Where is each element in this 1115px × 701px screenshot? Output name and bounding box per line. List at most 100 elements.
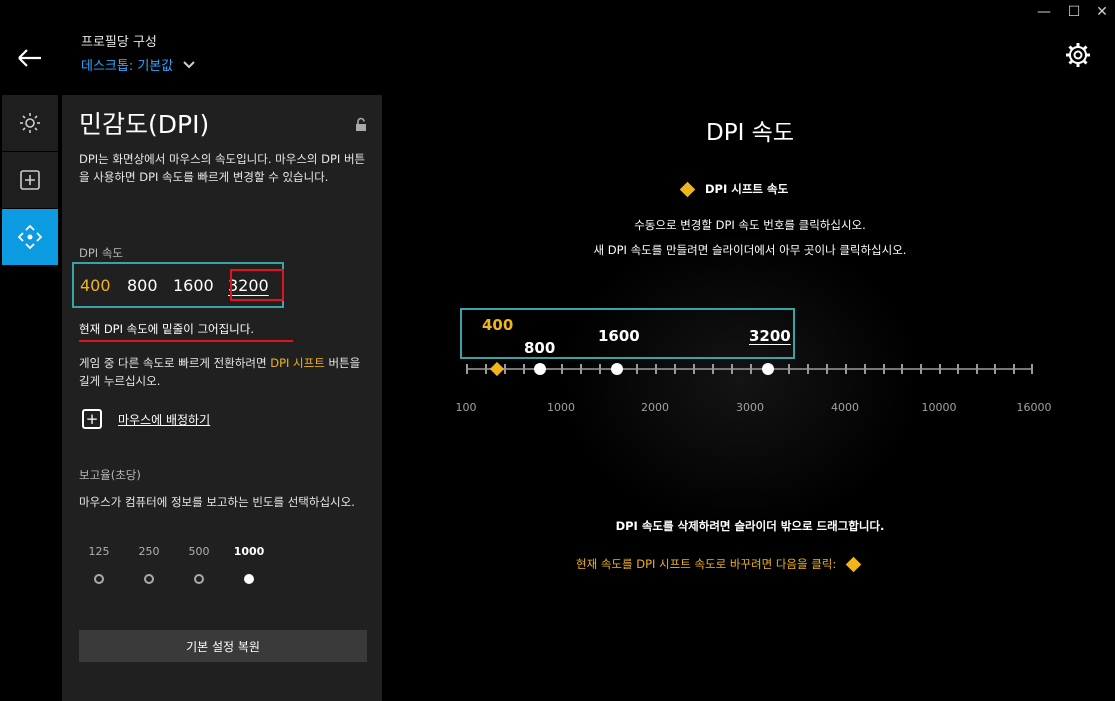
report-rate-description: 마우스가 컴퓨터에 정보를 보고하는 빈도를 선택하십시오. [79,495,355,509]
nav-lighting[interactable] [2,95,58,151]
profile-name: 데스크톱: 기본값 [81,59,174,74]
move-arrows-icon [17,224,43,250]
slider-tick [466,364,468,374]
dpi-shift-marker[interactable] [489,361,505,377]
current-dpi-highlight [230,269,284,301]
axis-label-1000: 1000 [547,401,575,414]
rate-radio-250[interactable] [144,574,154,584]
sensitivity-panel: 민감도(DPI) DPI는 화면상에서 마우스의 속도입니다. 마우스의 DPI… [62,95,382,701]
slider-tick [864,364,866,374]
slider-tick [845,364,847,374]
slider-tick [1031,364,1033,374]
rate-radio-500[interactable] [194,574,204,584]
axis-label-16000: 16000 [1016,401,1052,414]
assign-label: 마우스에 배정하기 [118,412,211,427]
dpi-level-3[interactable]: 1600 [173,276,214,295]
slider-tick [994,364,996,374]
dpi-level-2[interactable]: 800 [127,276,158,295]
settings-gear-icon[interactable] [1064,41,1092,69]
slider-tick [883,364,885,374]
slider-tick [561,364,563,374]
axis-label-10000: 10000 [921,401,957,414]
slider-tick [976,364,978,374]
dpi-shift-diamond-icon [679,181,696,197]
rate-radio-1000[interactable] [244,574,254,584]
set-shift-diamond-icon[interactable] [845,556,862,572]
dpi-slider-track[interactable] [466,368,1032,370]
slider-tick [731,364,733,374]
axis-label-3000: 3000 [736,401,764,414]
rate-label-125: 125 [88,545,110,558]
slider-tick [504,364,506,374]
dpi-shift-legend-label: DPI 시프트 속도 [705,182,789,196]
side-nav [2,95,58,266]
slider-tick [750,364,752,374]
slider-tick [788,364,790,374]
slider-tick [826,364,828,374]
slider-value-1600[interactable]: 1600 [598,327,640,345]
slider-value-400[interactable]: 400 [482,316,513,334]
note-underline [79,340,293,342]
unlock-icon[interactable] [354,117,368,133]
slider-tick [712,364,714,374]
panel-title: 민감도(DPI) [79,110,210,139]
lighting-sun-icon [20,113,40,133]
axis-label-4000: 4000 [831,401,859,414]
dpi-level-1[interactable]: 400 [80,276,111,295]
slider-tick [901,364,903,374]
slider-tick [674,364,676,374]
slider-tick [485,364,487,374]
slider-value-800[interactable]: 800 [524,339,555,357]
main-title: DPI 속도 [706,120,794,146]
slider-values-box: 400 800 1600 3200 [460,308,795,359]
slider-tick [599,364,601,374]
slider-handle-3200[interactable] [762,363,774,375]
assign-to-mouse-button[interactable]: + 마우스에 배정하기 [82,409,210,429]
slider-tick [920,364,922,374]
rate-label-250: 250 [138,545,160,558]
maximize-button[interactable]: ☐ [1064,4,1084,20]
nav-sensitivity[interactable] [2,209,58,265]
mouse-background [560,230,920,530]
slider-value-3200[interactable]: 3200 [749,327,791,345]
shift-text-before: 게임 중 다른 속도로 빠르게 전환하려면 [79,356,271,370]
restore-defaults-button[interactable]: 기본 설정 복원 [79,630,367,662]
delete-instruction: DPI 속도를 삭제하려면 슬라이더 밖으로 드래그합니다. [615,519,885,533]
dpi-speed-label: DPI 속도 [79,246,123,260]
slider-tick [939,364,941,374]
rate-label-500: 500 [188,545,210,558]
nav-assignments[interactable] [2,152,58,208]
slider-tick [807,364,809,374]
report-rate-label: 보고율(초당) [79,468,141,482]
slider-handle-1600[interactable] [611,363,623,375]
profile-selector[interactable]: 데스크톱: 기본값 [81,55,195,74]
minimize-button[interactable]: — [1034,4,1054,20]
chevron-down-icon [183,60,195,68]
slider-handle-800[interactable] [534,363,546,375]
dpi-shift-link[interactable]: DPI 시프트 [270,356,325,370]
dpi-shift-legend: DPI 시프트 속도 [679,181,789,197]
slider-tick [693,364,695,374]
slider-tick [957,364,959,374]
close-button[interactable]: ✕ [1092,4,1112,20]
slider-tick [636,364,638,374]
axis-label-2000: 2000 [641,401,669,414]
dpi-levels-box: 400 800 1600 3200 [72,262,284,308]
back-arrow-icon[interactable] [16,44,44,72]
change-shift-instruction: 현재 속도를 DPI 시프트 속도로 바꾸려면 다음을 클릭: [576,556,862,572]
header-title: 프로필당 구성 [81,35,157,50]
slider-tick [655,364,657,374]
change-shift-text: 현재 속도를 DPI 시프트 속도로 바꾸려면 다음을 클릭: [576,557,837,571]
rate-radio-125[interactable] [94,574,104,584]
instruction-line-2: 새 DPI 속도를 만들려면 슬라이더에서 아무 곳이나 클릭하십시오. [593,243,907,257]
plus-icon: + [82,409,102,429]
axis-label-100: 100 [455,401,477,414]
current-dpi-note: 현재 DPI 속도에 밑줄이 그어집니다. [79,322,254,336]
panel-description: DPI는 화면상에서 마우스의 속도입니다. 마우스의 DPI 버튼을 사용하면… [79,152,366,184]
slider-tick [1013,364,1015,374]
instruction-line-1: 수동으로 변경할 DPI 속도 번호를 클릭하십시오. [634,218,866,232]
dpi-shift-description: 게임 중 다른 속도로 빠르게 전환하려면 DPI 시프트 버튼을 길게 누르십… [79,354,369,390]
rate-label-1000: 1000 [233,545,265,558]
slider-tick [580,364,582,374]
plus-box-icon [20,170,40,190]
